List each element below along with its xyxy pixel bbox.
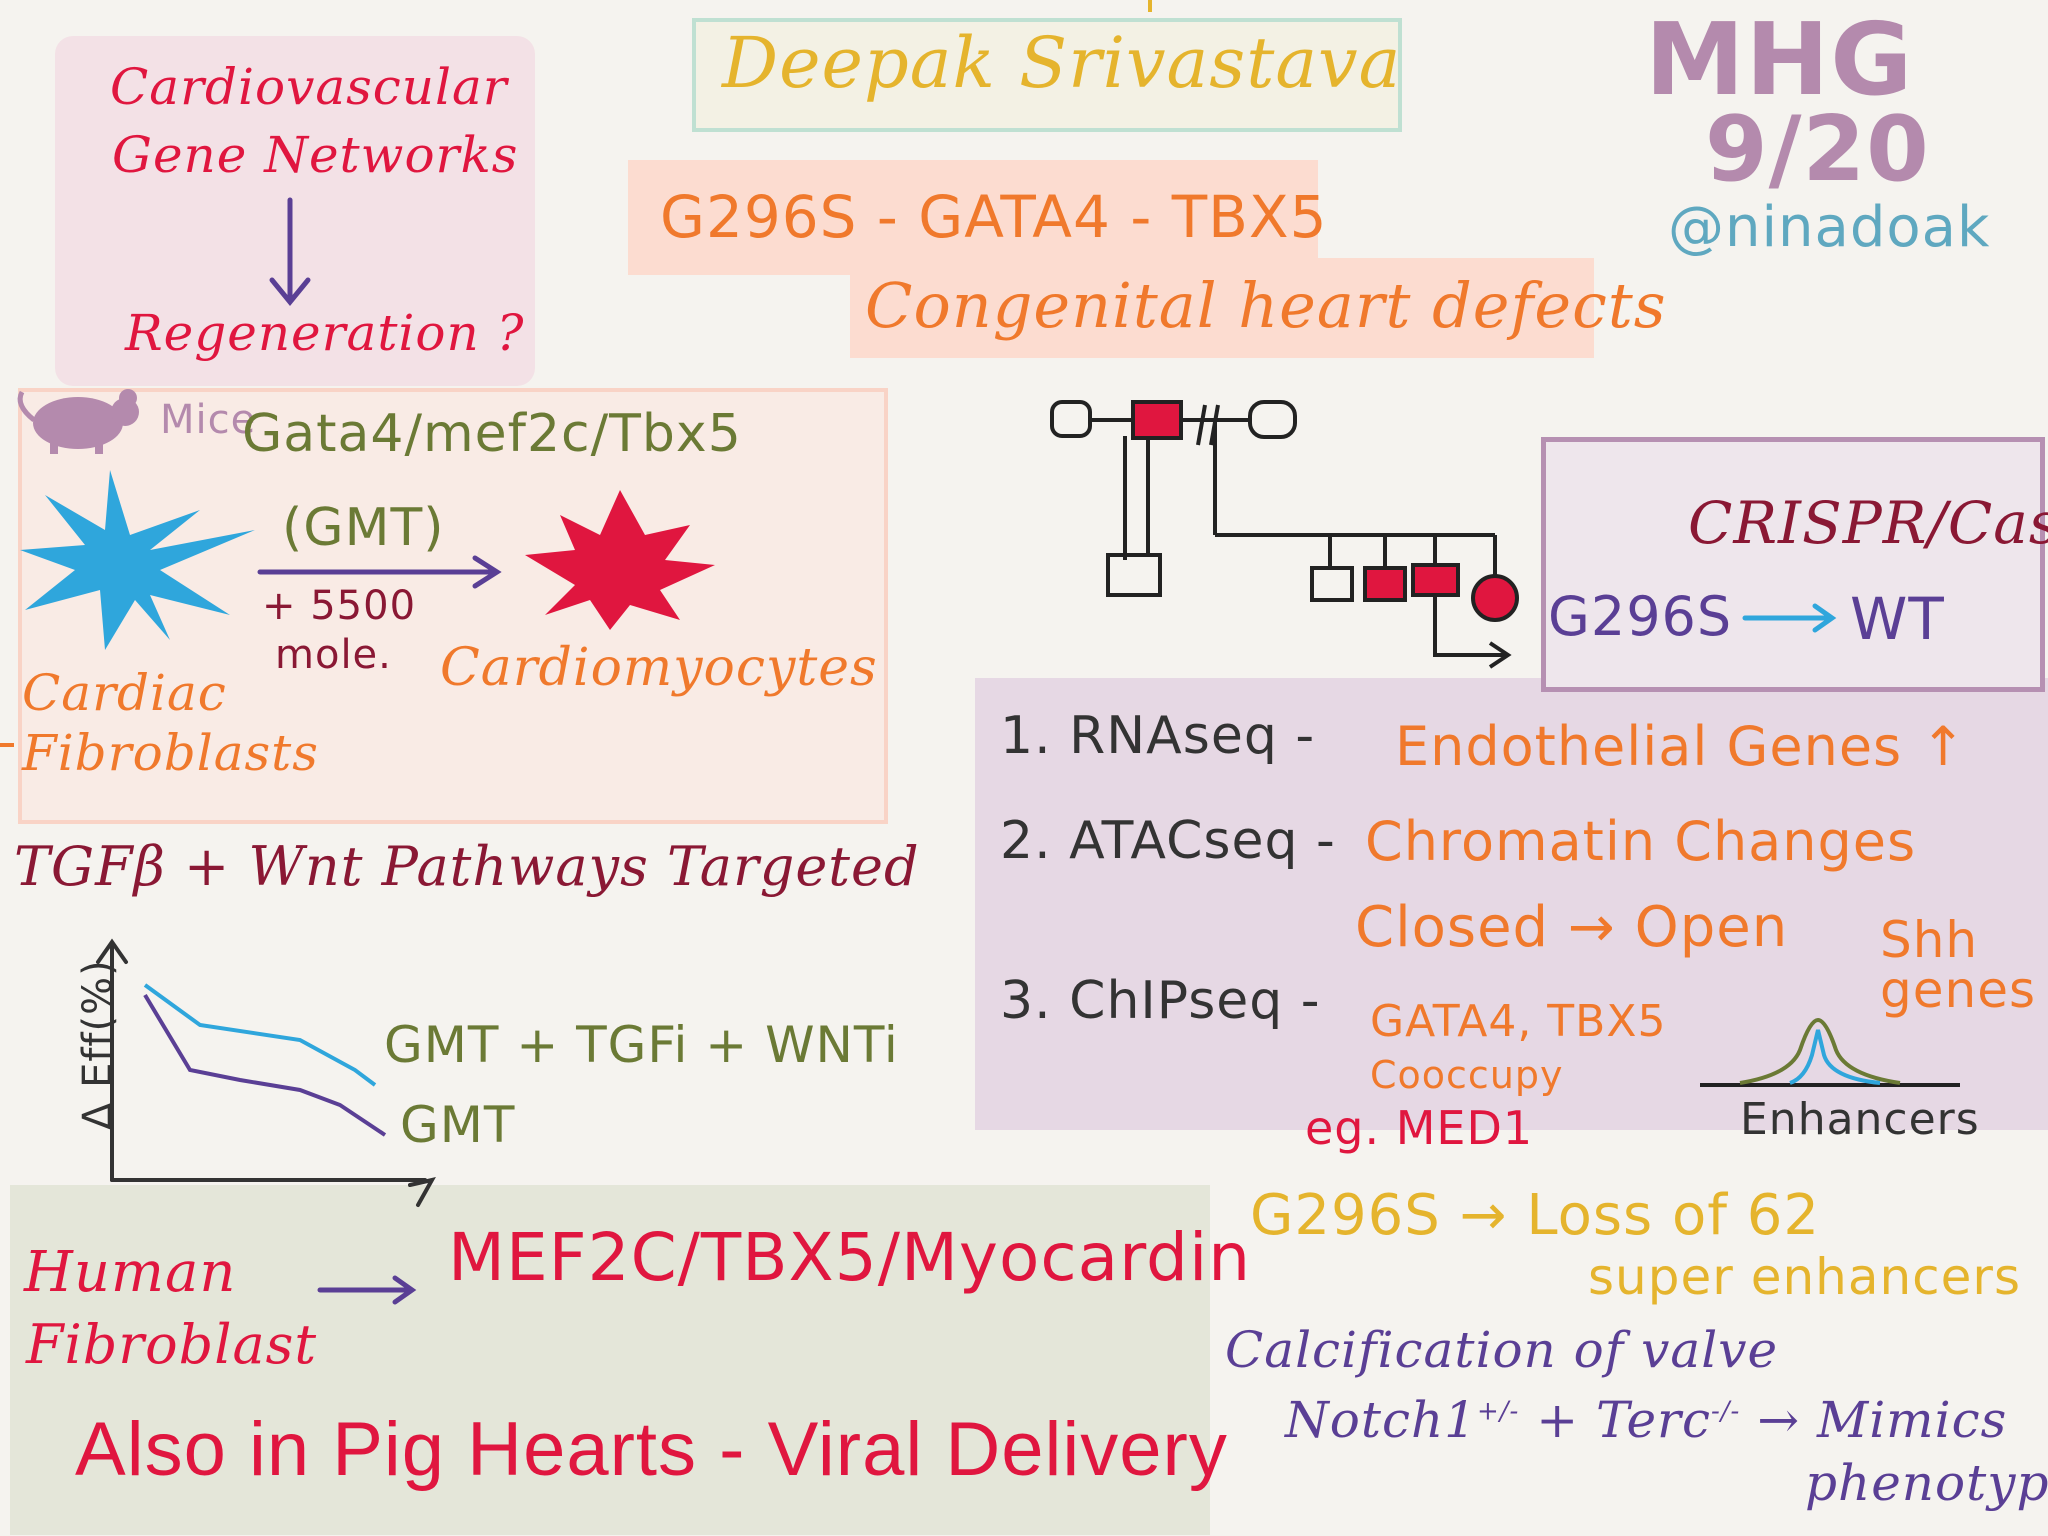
human-arrow — [317, 1275, 417, 1305]
series-top-line — [143, 983, 377, 1087]
pedigree-affected-parent — [1131, 400, 1183, 440]
pedigree-founder-square — [1050, 400, 1092, 438]
pedigree-partner — [1248, 400, 1297, 439]
pedigree-chart — [1050, 400, 1519, 669]
fibroblast-cell-icon — [20, 470, 255, 650]
reprogramming-arrow — [257, 555, 502, 589]
drawings-layer — [0, 0, 1960, 1305]
crispr-arrow — [1742, 603, 1837, 633]
mouse-icon — [17, 389, 139, 454]
enhancer-peak-icon — [1700, 1017, 1960, 1087]
cardiomyocyte-cell-icon — [525, 490, 715, 630]
graph-axes — [96, 938, 436, 1207]
down-arrow — [269, 197, 311, 306]
